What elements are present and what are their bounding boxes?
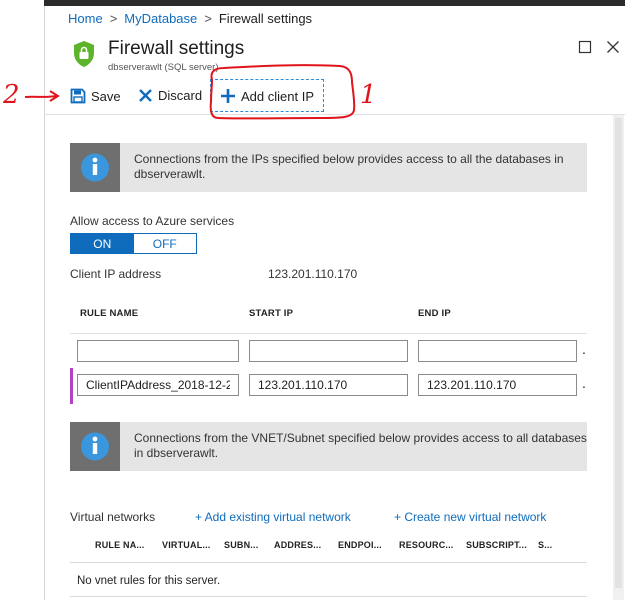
vnet-column-state: S... (538, 540, 553, 550)
table-divider (70, 333, 587, 334)
vnet-column-subnet: SUBN... (224, 540, 259, 550)
breadcrumb-separator: > (204, 11, 212, 26)
row-more-button[interactable]: . (582, 375, 586, 391)
vnet-column-virtual-network: VIRTUAL... (162, 540, 211, 550)
info-text-vnet: Connections from the VNET/Subnet specifi… (134, 431, 587, 460)
info-icon (70, 422, 120, 471)
page-title: Firewall settings (108, 38, 245, 59)
virtual-networks-label: Virtual networks (70, 510, 156, 524)
client-ip-label: Client IP address (70, 267, 162, 281)
info-banner-vnet: Connections from the VNET/Subnet specifi… (70, 422, 587, 471)
vnet-table-divider (70, 562, 587, 563)
annotation-label-2: 2 (3, 80, 20, 110)
close-icon[interactable] (606, 40, 620, 54)
breadcrumb-current: Firewall settings (218, 11, 313, 26)
vnet-table-bottom (70, 596, 587, 597)
vnet-column-resource: RESOURC... (399, 540, 454, 550)
end-ip-input[interactable] (418, 340, 577, 362)
handwritten-annotation (24, 64, 356, 120)
client-ip-value: 123.201.110.170 (268, 267, 358, 281)
vnet-column-rule-name: RULE NA... (95, 540, 145, 550)
start-ip-input[interactable] (249, 340, 408, 362)
annotation-label-1: 1 (360, 80, 377, 110)
vnet-column-address: ADDRES... (274, 540, 322, 550)
rule-name-input[interactable] (77, 340, 239, 362)
rule-name-input[interactable] (77, 374, 239, 396)
breadcrumb-home[interactable]: Home (68, 11, 103, 26)
end-ip-input[interactable] (418, 374, 577, 396)
column-header-rule-name: RULE NAME (80, 308, 139, 319)
toggle-on-option[interactable]: ON (71, 234, 134, 253)
info-banner-ip: Connections from the IPs specified below… (70, 143, 587, 192)
vnet-empty-message: No vnet rules for this server. (77, 575, 221, 587)
column-header-start-ip: START IP (249, 308, 294, 319)
scrollbar-thumb[interactable] (615, 118, 622, 588)
info-text-ip: Connections from the IPs specified below… (134, 152, 564, 181)
row-more-button[interactable]: . (582, 341, 586, 357)
vnet-column-subscription: SUBSCRIPT... (466, 540, 527, 550)
breadcrumb-separator: > (109, 11, 118, 26)
vnet-column-endpoint: ENDPOI... (338, 540, 382, 550)
start-ip-input[interactable] (249, 374, 408, 396)
column-header-end-ip: END IP (418, 308, 451, 319)
info-icon (70, 143, 120, 192)
breadcrumb: Home > MyDatabase > Firewall settings (68, 11, 312, 26)
top-bar (44, 0, 625, 6)
toggle-off-option[interactable]: OFF (133, 234, 196, 253)
add-existing-vnet-link[interactable]: + Add existing virtual network (195, 510, 351, 524)
azure-access-label: Allow access to Azure services (70, 214, 235, 228)
create-new-vnet-link[interactable]: + Create new virtual network (394, 510, 546, 524)
breadcrumb-mydatabase[interactable]: MyDatabase (124, 11, 197, 26)
azure-access-toggle[interactable]: ON OFF (70, 233, 197, 254)
maximize-icon[interactable] (578, 40, 592, 54)
row-selected-marker (70, 368, 73, 404)
